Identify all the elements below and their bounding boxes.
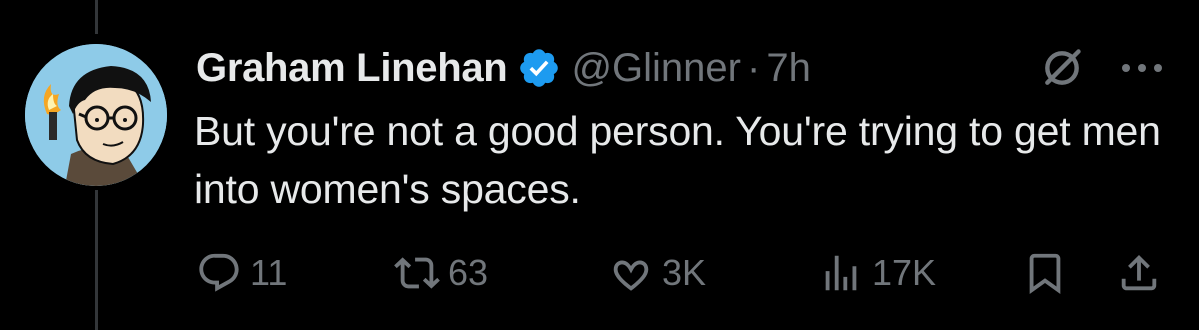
more-icon[interactable]: [1112, 50, 1172, 86]
bookmark-button[interactable]: [1022, 243, 1068, 303]
verified-badge-icon: [520, 49, 559, 87]
views-count: 17K: [872, 252, 937, 293]
author-name[interactable]: Graham Linehan: [196, 46, 508, 91]
like-button[interactable]: 3K: [608, 243, 706, 303]
tweet-timestamp[interactable]: 7h: [766, 46, 811, 91]
action-bar: 11 63 3K 17K: [0, 243, 1199, 303]
views-icon: [825, 255, 857, 291]
avatar-image: [25, 44, 167, 186]
share-button[interactable]: [1116, 243, 1162, 303]
repost-count: 63: [448, 252, 489, 293]
reply-button[interactable]: 11: [196, 243, 287, 303]
like-icon: [613, 260, 649, 291]
avatar[interactable]: [25, 44, 167, 186]
like-count: 3K: [662, 252, 707, 293]
grok-icon[interactable]: [1040, 46, 1084, 90]
share-icon: [1121, 254, 1157, 291]
thread-line-top: [95, 0, 98, 34]
reply-icon: [199, 253, 239, 292]
tweet-text: But you're not a good person. You're try…: [194, 108, 1161, 212]
bookmark-icon: [1029, 253, 1061, 294]
views-button[interactable]: 17K: [818, 243, 936, 303]
author-handle[interactable]: @Glinner: [571, 46, 741, 91]
header-separator: ·: [747, 45, 761, 90]
repost-button[interactable]: 63: [394, 243, 488, 303]
repost-icon: [394, 257, 440, 289]
tweet-header: Graham Linehan @Glinner · 7h: [196, 40, 811, 96]
reply-count: 11: [250, 252, 288, 293]
